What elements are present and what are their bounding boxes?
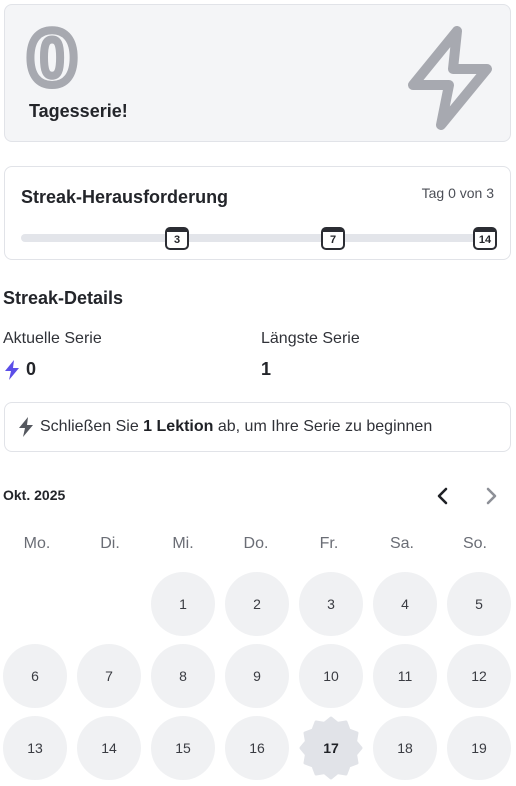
start-streak-banner: Schließen Sie 1 Lektion ab, um Ihre Seri… — [4, 402, 511, 452]
weekday-header: Mi. — [172, 535, 194, 552]
calendar-day[interactable]: 19 — [447, 716, 511, 780]
calendar-day-today[interactable]: 17 — [299, 716, 363, 780]
streak-challenge-card: Streak-Herausforderung Tag 0 von 3 3 7 1… — [4, 166, 511, 260]
challenge-progress-track — [21, 234, 495, 242]
lightning-bolt-icon — [5, 360, 19, 380]
calendar-day[interactable]: 12 — [447, 644, 511, 708]
weekday-header: Sa. — [389, 535, 414, 552]
streak-label: Tagesserie! — [29, 101, 128, 121]
weekday-header: So. — [462, 535, 487, 552]
lightning-bolt-icon — [408, 26, 492, 130]
streak-count: 0 — [23, 15, 81, 103]
streak-card: 0 Tagesserie! — [4, 4, 511, 142]
weekday-header: Mo. — [23, 535, 51, 552]
weekday-header: Di. — [100, 535, 120, 552]
calendar-day[interactable]: 1 — [151, 572, 215, 636]
calendar-day[interactable]: 4 — [373, 572, 437, 636]
calendar-day[interactable]: 14 — [77, 716, 141, 780]
calendar-day[interactable]: 9 — [225, 644, 289, 708]
calendar-day[interactable]: 8 — [151, 644, 215, 708]
calendar-day[interactable]: 7 — [77, 644, 141, 708]
chevron-right-icon[interactable] — [479, 484, 503, 508]
current-streak-value: 0 — [26, 359, 37, 379]
chevron-left-icon[interactable] — [431, 484, 455, 508]
weekday-header: Do. — [243, 535, 269, 552]
challenge-title: Streak-Herausforderung — [21, 187, 229, 207]
lightning-bolt-icon — [19, 417, 33, 437]
current-streak-label: Aktuelle Serie — [3, 330, 102, 347]
calendar-day[interactable]: 16 — [225, 716, 289, 780]
longest-streak-label: Längste Serie — [261, 330, 360, 347]
calendar-day[interactable]: 10 — [299, 644, 363, 708]
banner-text-suffix: ab, um Ihre Serie zu beginnen — [213, 418, 433, 435]
calendar-day[interactable]: 15 — [151, 716, 215, 780]
calendar-day[interactable]: 18 — [373, 716, 437, 780]
calendar-day[interactable]: 6 — [3, 644, 67, 708]
banner-text-bold: 1 Lektion — [143, 418, 214, 435]
weekday-header: Fr. — [319, 535, 339, 552]
calendar-day[interactable]: 5 — [447, 572, 511, 636]
milestone-badge: 14 — [473, 227, 497, 250]
calendar-day[interactable]: 13 — [3, 716, 67, 780]
longest-streak-value: 1 — [261, 359, 272, 379]
banner-text: Schließen Sie 1 Lektion ab, um Ihre Seri… — [40, 418, 432, 436]
details-heading: Streak-Details — [3, 288, 124, 308]
milestone-badge: 7 — [321, 227, 345, 250]
calendar-day[interactable]: 2 — [225, 572, 289, 636]
calendar-day[interactable]: 3 — [299, 572, 363, 636]
calendar-day[interactable]: 11 — [373, 644, 437, 708]
challenge-day-counter: Tag 0 von 3 — [421, 185, 494, 201]
today-day-number: 17 — [323, 740, 339, 756]
calendar-month-label: Okt. 2025 — [3, 487, 66, 503]
milestone-badge: 3 — [165, 227, 189, 250]
banner-text-prefix: Schließen Sie — [40, 418, 144, 435]
